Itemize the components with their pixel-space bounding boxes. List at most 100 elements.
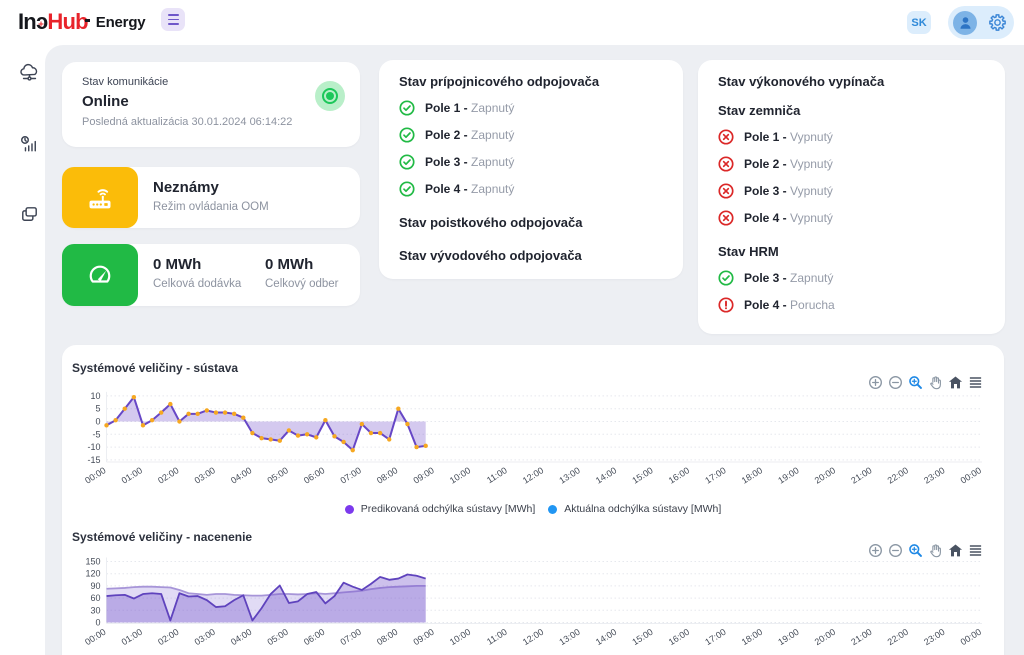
svg-text:05:00: 05:00	[266, 465, 290, 485]
breaker-title: Stav výkonového vypínača	[718, 74, 985, 89]
pole-status: Vypnutý	[790, 184, 833, 198]
svg-text:00:00: 00:00	[959, 465, 983, 485]
user-pill	[948, 6, 1014, 39]
menu-line	[168, 23, 179, 25]
pole-status: Zapnutý	[471, 128, 514, 142]
documents-icon	[18, 203, 41, 226]
pricing-plot[interactable]: 150120906030000:0001:0002:0003:0004:0005…	[62, 552, 1004, 655]
sidebar-item-network[interactable]	[18, 62, 41, 85]
pole-name: Pole 1 -	[425, 101, 471, 115]
svg-text:02:00: 02:00	[156, 465, 180, 485]
svg-text:17:00: 17:00	[703, 465, 727, 485]
energy-totals-card: 0 MWh Celková dodávka 0 MWh Celkový odbe…	[62, 244, 360, 306]
pole-name: Pole 4 -	[744, 298, 790, 312]
hrm-title: Stav HRM	[718, 244, 985, 259]
pole-row: Pole 4 - Porucha	[718, 297, 985, 313]
pole-status: Zapnutý	[790, 271, 833, 285]
svg-text:07:00: 07:00	[339, 627, 363, 647]
svg-text:11:00: 11:00	[485, 465, 509, 485]
svg-text:15:00: 15:00	[630, 465, 654, 485]
pole-status: Zapnutý	[471, 101, 514, 115]
svg-text:20:00: 20:00	[813, 627, 837, 647]
pole-name: Pole 3 -	[425, 155, 471, 169]
pole-name: Pole 2 -	[425, 128, 471, 142]
menu-line	[168, 14, 179, 16]
svg-text:23:00: 23:00	[922, 465, 946, 485]
breaker-card: Stav výkonového vypínača Stav zemniča Po…	[698, 60, 1005, 334]
svg-text:00:00: 00:00	[83, 465, 107, 485]
supply-label: Celková dodávka	[153, 278, 241, 290]
router-icon	[82, 180, 118, 216]
svg-text:01:00: 01:00	[120, 627, 144, 647]
svg-text:00:00: 00:00	[83, 627, 107, 647]
svg-text:01:00: 01:00	[120, 465, 144, 485]
svg-text:09:00: 09:00	[411, 627, 435, 647]
warning-circle-icon	[718, 297, 734, 313]
language-button[interactable]: SK	[907, 11, 931, 34]
svg-text:14:00: 14:00	[594, 465, 618, 485]
svg-text:03:00: 03:00	[193, 465, 217, 485]
content-panel: Stav komunikácie Online Posledná aktuali…	[45, 45, 1024, 655]
earthing-title: Stav zemniča	[718, 103, 985, 118]
svg-text:23:00: 23:00	[922, 627, 946, 647]
svg-text:-5: -5	[92, 429, 100, 439]
svg-text:06:00: 06:00	[302, 465, 326, 485]
svg-text:30: 30	[90, 605, 100, 615]
pole-status: Vypnutý	[790, 211, 833, 225]
control-mode-text: Neznámy Režim ovládania OOM	[153, 179, 269, 213]
cross-circle-icon	[718, 129, 734, 145]
svg-text:16:00: 16:00	[667, 465, 691, 485]
pole-row: Pole 4 - Vypnutý	[718, 210, 985, 226]
sidebar-item-statistics[interactable]	[18, 133, 41, 156]
deviation-plot[interactable]: 1050-5-10-1500:0001:0002:0003:0004:0005:…	[62, 385, 1004, 497]
sidebar-item-documents[interactable]	[18, 203, 41, 226]
svg-text:10:00: 10:00	[448, 465, 472, 485]
svg-text:22:00: 22:00	[886, 627, 910, 647]
svg-text:02:00: 02:00	[156, 627, 180, 647]
svg-text:5: 5	[95, 404, 100, 414]
svg-text:19:00: 19:00	[776, 627, 800, 647]
pole-status: Porucha	[790, 298, 835, 312]
svg-text:04:00: 04:00	[229, 465, 253, 485]
svg-text:00:00: 00:00	[959, 627, 983, 647]
legend-item-predicted[interactable]: Predikovaná odchýlka sústavy [MWh]	[345, 503, 536, 515]
header-right: SK	[907, 0, 1014, 45]
svg-text:07:00: 07:00	[339, 465, 363, 485]
pole-row: Pole 4 - Zapnutý	[399, 181, 663, 197]
settings-gear-button[interactable]	[988, 14, 1006, 32]
cross-circle-icon	[718, 183, 734, 199]
pole-name: Pole 2 -	[744, 157, 790, 171]
svg-text:18:00: 18:00	[740, 627, 764, 647]
communication-status: Online	[82, 93, 340, 110]
legend-item-actual[interactable]: Aktuálna odchýlka sústavy [MWh]	[548, 503, 721, 515]
svg-text:19:00: 19:00	[776, 465, 800, 485]
svg-text:06:00: 06:00	[302, 627, 326, 647]
svg-text:16:00: 16:00	[667, 627, 691, 647]
communication-card: Stav komunikácie Online Posledná aktuali…	[62, 62, 360, 147]
control-mode-value: Neznámy	[153, 179, 269, 196]
outlet-title: Stav vývodového odpojovača	[399, 248, 663, 263]
svg-text:17:00: 17:00	[703, 627, 727, 647]
check-circle-icon	[718, 270, 734, 286]
check-circle-icon	[399, 100, 415, 116]
indicator-ring	[322, 88, 338, 104]
cloud-network-icon	[18, 62, 41, 85]
svg-text:90: 90	[90, 581, 100, 591]
svg-text:-15: -15	[87, 455, 100, 465]
communication-label: Stav komunikácie	[82, 76, 340, 88]
pole-row: Pole 1 - Zapnutý	[399, 100, 663, 116]
cross-circle-icon	[718, 210, 734, 226]
fuse-title: Stav poistkového odpojovača	[399, 215, 663, 230]
gauge-tile	[62, 244, 138, 306]
svg-text:-10: -10	[87, 442, 100, 452]
logo-dash	[85, 19, 90, 22]
svg-text:04:00: 04:00	[229, 627, 253, 647]
svg-text:20:00: 20:00	[813, 465, 837, 485]
pole-name: Pole 1 -	[744, 130, 790, 144]
svg-text:08:00: 08:00	[375, 627, 399, 647]
consumption-label: Celkový odber	[265, 278, 339, 290]
user-avatar-button[interactable]	[953, 11, 977, 35]
logo-text: InɔHub	[18, 9, 88, 35]
menu-toggle-button[interactable]	[161, 8, 185, 31]
chart-title: Systémové veličiny - nacenenie	[72, 530, 252, 544]
